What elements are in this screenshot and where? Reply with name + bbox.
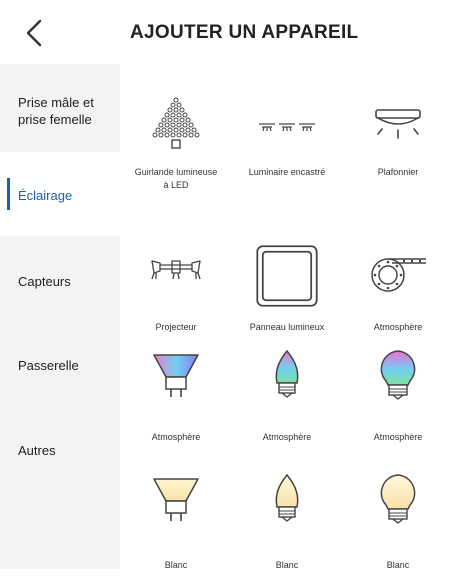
device-tile-spotlight[interactable]: Projecteur xyxy=(120,229,232,349)
sidebar-item-label: Autres xyxy=(18,443,56,458)
device-label: Atmosphère xyxy=(373,322,423,332)
device-grid: Guirlande lumineuse à LED Luminaire enca… xyxy=(120,64,454,570)
device-tile-classic-white[interactable]: Blanc xyxy=(342,459,454,579)
device-tile-candle-white[interactable]: Blanc xyxy=(231,459,343,579)
device-label: Atmosphère xyxy=(151,432,201,442)
sidebar-item-label: Passerelle xyxy=(18,358,79,373)
sidebar-item-plugs[interactable]: Prise mâle et prise femelle xyxy=(0,64,120,148)
sidebar-item-label: Éclairage xyxy=(18,188,73,203)
sidebar-item-label: Capteurs xyxy=(18,274,71,289)
device-label: Panneau lumineux xyxy=(249,322,325,332)
device-label: Projecteur xyxy=(155,322,197,332)
category-sidebar: Prise mâle et prise femelle Éclairage Ca… xyxy=(0,64,120,569)
led-strip-reel-icon xyxy=(371,258,426,292)
active-indicator xyxy=(7,178,10,210)
device-tile-gu10-rgb[interactable]: Atmosphère xyxy=(120,339,232,459)
device-tile-light-panel[interactable]: Panneau lumineux xyxy=(231,229,343,349)
sidebar-item-sensors[interactable]: Capteurs xyxy=(0,240,120,324)
device-tile-classic-rgb[interactable]: Atmosphère xyxy=(342,339,454,459)
sidebar-item-gateway[interactable]: Passerelle xyxy=(0,324,120,408)
device-label: Blanc xyxy=(275,560,299,570)
candle-white-bulb-icon xyxy=(275,473,299,522)
device-label: Atmosphère xyxy=(262,432,312,442)
device-tile-gu10-white[interactable]: Blanc xyxy=(120,459,232,579)
device-label: Guirlande lumineuse à LED xyxy=(134,167,218,190)
page-title: AJOUTER UN APPAREIL xyxy=(130,22,359,43)
device-tile-led-strip[interactable]: Atmosphère xyxy=(342,229,454,349)
device-label: Blanc xyxy=(164,560,188,570)
device-tile-ceiling-light[interactable]: Plafonnier xyxy=(342,74,454,194)
candle-rgb-bulb-icon xyxy=(275,349,299,398)
device-tile-led-string[interactable]: Guirlande lumineuse à LED xyxy=(120,74,232,194)
classic-white-bulb-icon xyxy=(380,474,416,524)
gu10-rgb-bulb-icon xyxy=(153,354,199,397)
header-bar: AJOUTER UN APPAREIL xyxy=(0,0,454,64)
gu10-white-bulb-icon xyxy=(153,478,199,521)
device-label: Plafonnier xyxy=(377,167,419,177)
sidebar-item-lighting[interactable]: Éclairage xyxy=(0,152,120,236)
sidebar-item-label: Prise mâle et prise femelle xyxy=(18,95,94,127)
light-panel-icon xyxy=(256,245,318,307)
led-string-icon xyxy=(152,97,200,149)
classic-rgb-bulb-icon xyxy=(380,350,416,400)
spotlight-bar-icon xyxy=(151,260,201,280)
back-arrow-icon[interactable] xyxy=(22,18,48,48)
recessed-light-icon xyxy=(259,123,315,132)
device-label: Blanc xyxy=(386,560,410,570)
sidebar-item-others[interactable]: Autres xyxy=(0,409,120,493)
device-label: Luminaire encastré xyxy=(248,167,326,177)
ceiling-light-icon xyxy=(375,109,421,139)
device-tile-candle-rgb[interactable]: Atmosphère xyxy=(231,339,343,459)
device-tile-recessed-light[interactable]: Luminaire encastré xyxy=(231,74,343,194)
device-label: Atmosphère xyxy=(373,432,423,442)
